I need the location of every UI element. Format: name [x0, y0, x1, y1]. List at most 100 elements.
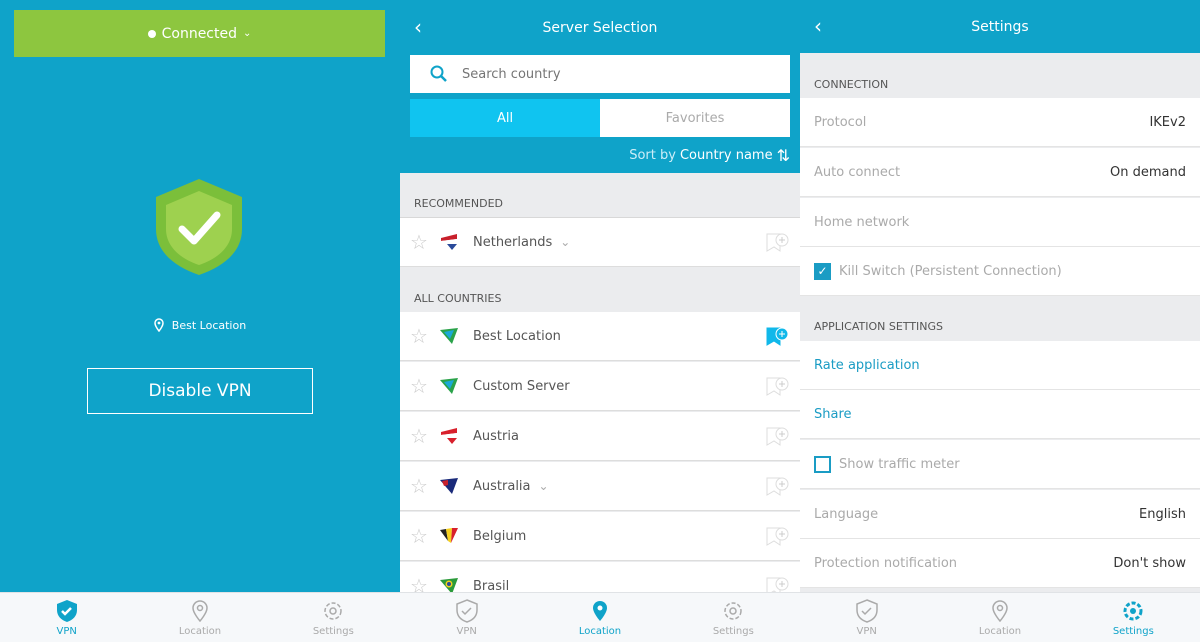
country-name: Best Location	[473, 328, 561, 344]
kill-switch-checkbox[interactable]: ✓	[814, 262, 831, 280]
connection-status-dropdown[interactable]: Connected ⌄	[14, 10, 385, 57]
add-favorite-icon[interactable]	[766, 526, 790, 546]
search-box[interactable]	[410, 55, 790, 93]
shield-check-icon	[156, 179, 242, 275]
row-label: Home network	[814, 214, 910, 230]
country-row[interactable]: ☆ Best Location	[400, 312, 800, 361]
add-favorite-icon[interactable]	[766, 232, 790, 252]
page-title: Server Selection	[542, 20, 658, 36]
gear-icon	[1123, 601, 1143, 620]
chevron-down-icon[interactable]: ⌄	[539, 479, 549, 493]
row-label: Auto connect	[814, 164, 901, 180]
row-label: Protection notification	[814, 555, 958, 571]
server-selection-screen: ‹ Server Selection All Favorites Sort by…	[400, 0, 800, 642]
traffic-meter-row[interactable]: Show traffic meter	[800, 440, 1200, 489]
favorite-star-icon[interactable]: ☆	[410, 424, 428, 448]
tab-vpn[interactable]: VPN	[400, 593, 533, 642]
search-input[interactable]	[462, 66, 762, 82]
tab-settings[interactable]: Settings	[1067, 593, 1200, 642]
tab-label: Location	[178, 625, 222, 637]
tab-favorites[interactable]: Favorites	[600, 99, 790, 137]
tab-location[interactable]: Location	[933, 593, 1066, 642]
location-pin-icon	[992, 599, 1008, 622]
disable-vpn-button[interactable]: Disable VPN	[87, 368, 313, 414]
tab-label: Settings	[1112, 625, 1154, 637]
flag-icon	[440, 478, 458, 494]
add-favorite-icon[interactable]	[766, 476, 790, 496]
add-favorite-icon[interactable]	[766, 326, 790, 346]
status-label: Connected	[161, 25, 237, 42]
tab-label: Settings	[712, 625, 754, 637]
flag-icon	[440, 328, 458, 344]
favorite-star-icon[interactable]: ☆	[410, 324, 428, 348]
section-all-countries: ALL COUNTRIES	[400, 285, 800, 313]
location-label: Best Location	[171, 318, 247, 332]
row-label: Protocol	[814, 114, 867, 130]
favorite-star-icon[interactable]: ☆	[410, 524, 428, 548]
section-application-settings: APPLICATION SETTINGS	[814, 319, 944, 333]
country-row[interactable]: ☆ Custom Server	[400, 362, 800, 411]
protection-notification-row[interactable]: Protection notification Don't show	[800, 539, 1200, 588]
tab-location[interactable]: Location	[133, 593, 266, 642]
country-row[interactable]: ☆ Austria	[400, 412, 800, 461]
country-row[interactable]: ☆ Belgium	[400, 512, 800, 561]
add-favorite-icon[interactable]	[766, 376, 790, 396]
auto-connect-row[interactable]: Auto connect On demand	[800, 148, 1200, 197]
language-row[interactable]: Language English	[800, 490, 1200, 539]
gear-icon	[724, 601, 743, 620]
tab-settings[interactable]: Settings	[267, 593, 400, 642]
chevron-down-icon: ⌄	[243, 28, 252, 39]
location-pin-icon	[192, 599, 208, 622]
tab-label: VPN	[456, 625, 477, 637]
shield-icon	[56, 599, 77, 622]
tab-bar: VPN Location Settings	[0, 592, 400, 642]
country-name: Netherlands ⌄	[473, 234, 571, 250]
protocol-row[interactable]: Protocol IKEv2	[800, 98, 1200, 147]
sort-value: Country name	[679, 148, 773, 163]
tab-label: Location	[978, 625, 1022, 637]
favorite-star-icon[interactable]: ☆	[410, 374, 428, 398]
country-name: Australia ⌄	[473, 478, 549, 494]
row-label: Kill Switch (Persistent Connection)	[839, 263, 1062, 279]
flag-icon	[441, 234, 457, 250]
sort-control[interactable]: Sort by Country name ⇅	[629, 146, 790, 165]
header: ‹ Server Selection All Favorites Sort by…	[400, 0, 800, 173]
status-dot-icon	[147, 29, 156, 38]
section-recommended: RECOMMENDED	[400, 190, 800, 218]
rate-application-link[interactable]: Rate application	[800, 341, 1200, 390]
search-icon	[430, 65, 447, 82]
location-pin-icon	[592, 600, 607, 621]
sort-label: Sort by	[629, 148, 676, 163]
shield-icon	[855, 598, 878, 623]
flag-icon	[440, 378, 458, 394]
tab-settings[interactable]: Settings	[667, 593, 800, 642]
country-row[interactable]: ☆ Netherlands ⌄	[400, 218, 800, 267]
tab-vpn[interactable]: VPN	[0, 593, 133, 642]
chevron-down-icon[interactable]: ⌄	[560, 235, 570, 249]
country-name: Austria	[473, 428, 519, 444]
traffic-meter-checkbox[interactable]	[814, 455, 831, 473]
row-value: IKEv2	[1149, 114, 1186, 130]
tab-vpn[interactable]: VPN	[800, 593, 933, 642]
home-network-row[interactable]: Home network	[800, 198, 1200, 247]
shield-icon	[455, 598, 478, 623]
location-pin-icon	[154, 318, 164, 332]
sort-arrows-icon: ⇅	[776, 146, 790, 165]
header: ‹ Settings	[800, 0, 1200, 53]
flag-icon	[441, 428, 457, 444]
tab-location[interactable]: Location	[533, 593, 666, 642]
row-value: Don't show	[1113, 555, 1186, 571]
favorite-star-icon[interactable]: ☆	[410, 474, 428, 498]
share-link[interactable]: Share	[800, 390, 1200, 439]
tab-label: Location	[578, 625, 622, 637]
favorite-star-icon[interactable]: ☆	[410, 230, 428, 254]
tab-all[interactable]: All	[410, 99, 600, 137]
kill-switch-row[interactable]: ✓ Kill Switch (Persistent Connection)	[800, 247, 1200, 296]
page-title: Settings	[971, 19, 1029, 35]
filter-tabs: All Favorites	[410, 99, 790, 137]
section-connection: CONNECTION	[814, 77, 889, 91]
add-favorite-icon[interactable]	[766, 426, 790, 446]
tab-label: VPN	[856, 625, 877, 637]
tab-bar: VPN Location Settings	[800, 592, 1200, 642]
country-row[interactable]: ☆ Australia ⌄	[400, 462, 800, 511]
